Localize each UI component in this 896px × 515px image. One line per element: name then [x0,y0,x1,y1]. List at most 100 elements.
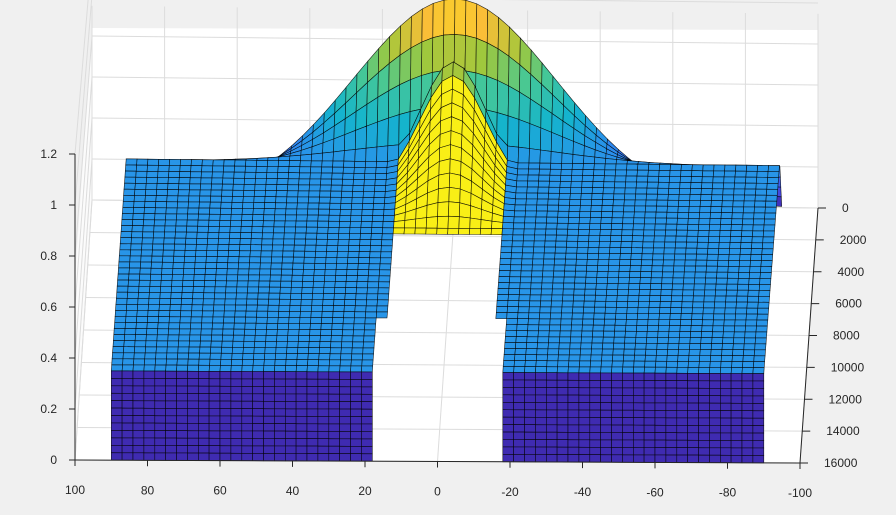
surface-patch [687,372,699,382]
surface-patch [308,190,321,198]
surface-patch [687,424,699,434]
surface-patch [209,358,222,366]
surface-patch [357,269,370,277]
surface-patch [208,423,221,432]
surface-patch [162,243,175,251]
surface-patch [252,430,264,439]
surface-patch [702,164,715,172]
surface-patch [578,360,591,368]
surface-patch [223,310,236,318]
surface-patch [556,446,569,455]
surface-patch [567,454,580,463]
surface-patch [549,174,562,182]
surface-patch [268,286,281,294]
surface-patch [284,408,297,417]
surface-patch [306,378,319,387]
surface-patch [264,341,277,348]
surface-patch [324,275,337,282]
surface-patch [752,417,765,427]
surface-patch [571,312,584,320]
surface-patch [297,196,310,204]
surface-patch [632,380,645,389]
surface-patch [143,378,156,387]
surface-patch [690,176,703,184]
surface-patch [274,408,286,417]
surface-patch [310,166,323,174]
surface-patch [193,274,206,281]
surface-patch [209,201,222,209]
surface-patch [410,41,423,81]
surface-patch [158,304,171,312]
surface-patch [687,402,699,411]
surface-patch [317,430,330,440]
surface-patch [328,359,341,367]
surface-patch [208,219,221,227]
surface-patch [593,169,606,177]
surface-patch [250,244,263,252]
surface-patch [361,423,373,432]
surface-patch [746,301,759,309]
surface-patch [241,371,253,380]
surface-patch [241,445,253,454]
surface-patch [358,251,371,259]
surface-patch [752,224,765,232]
surface-patch [594,156,607,165]
surface-patch [706,259,719,267]
surface-patch [612,199,625,207]
surface-patch [328,430,340,440]
surface-patch [168,316,181,324]
surface-patch [577,234,590,242]
surface-patch [350,203,364,210]
surface-patch [715,283,728,291]
surface-patch [666,211,679,219]
surface-patch [163,237,176,245]
surface-patch [239,244,252,252]
surface-patch [296,353,309,361]
surface-patch [735,164,748,172]
surface-patch [648,163,661,171]
surface-patch [230,445,243,454]
surface-patch [573,282,586,290]
surface-patch [374,173,387,180]
surface-patch [677,349,690,356]
surface-patch [751,230,764,238]
surface-patch [310,317,323,324]
surface-patch [143,407,156,417]
surface-patch [634,193,647,201]
surface-patch [627,295,640,302]
surface-patch [219,213,232,221]
surface-patch [601,354,614,362]
surface-patch [623,199,636,207]
surface-patch [154,370,166,379]
surface-patch [182,280,195,287]
surface-patch [579,354,592,362]
surface-patch [713,313,726,321]
surface-patch [350,371,362,380]
surface-patch [382,221,395,229]
surface-patch [377,293,390,301]
surface-patch [208,430,221,439]
surface-patch [120,225,133,233]
surface-patch [319,335,332,343]
surface-patch [216,250,229,257]
surface-patch [568,354,581,362]
surface-patch [524,454,536,463]
surface-patch [502,416,514,425]
surface-patch [502,366,515,373]
surface-patch [700,337,713,344]
surface-patch [516,174,529,182]
surface-patch [699,355,712,362]
surface-patch [212,316,225,324]
surface-patch [288,317,301,324]
surface-patch [243,183,256,191]
surface-patch [580,336,593,344]
surface-figure: 100 80 60 40 20 0 -20 -40 -60 -80 -100020004000600… [40,0,867,500]
surface-patch [632,387,645,396]
surface-patch [622,409,634,419]
surface-patch [556,228,569,236]
surface-patch [137,291,150,299]
surface-patch [178,171,191,179]
surface-patch [387,114,400,147]
surface-patch [358,245,371,253]
surface-patch [719,417,732,426]
